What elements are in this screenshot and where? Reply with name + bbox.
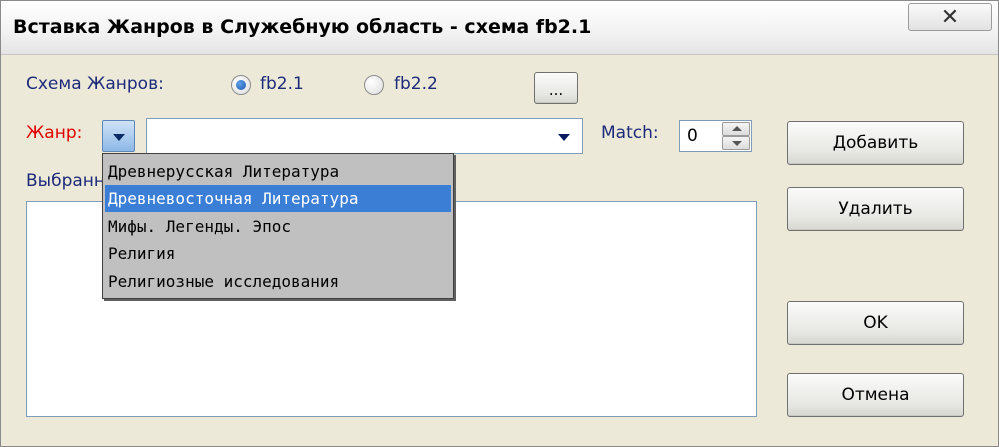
genre-dropdown-button[interactable] [102,120,135,152]
radio-fb22-label[interactable]: fb2.2 [394,74,438,94]
title-bar[interactable]: Вставка Жанров в Служебную область - схе… [1,1,998,55]
genre-combo[interactable] [146,118,583,154]
browse-button[interactable]: ... [534,72,578,104]
schema-label: Схема Жанров: [26,74,164,94]
genre-dropdown-list: Древнерусская Литература Древневосточная… [102,153,454,299]
arrow-down-icon [732,141,742,146]
arrow-up-icon [732,126,742,131]
dropdown-item[interactable]: Религия [105,240,451,267]
spin-down-button[interactable] [722,136,750,150]
add-button-label: Добавить [832,133,919,153]
radio-selected-dot [236,80,246,90]
genre-label: Жанр: [26,123,83,143]
selected-genres-label: Выбранн [26,171,106,191]
radio-fb22[interactable] [364,75,384,95]
dropdown-item[interactable]: Религиозные исследования [105,268,451,295]
spin-up-button[interactable] [722,122,750,136]
radio-fb21[interactable] [231,75,251,95]
cancel-button[interactable]: Отмена [787,373,964,417]
close-button[interactable]: ✕ [908,3,992,31]
cancel-button-label: Отмена [841,385,910,405]
close-icon: ✕ [940,4,960,30]
ok-button-label: OK [863,313,888,333]
chevron-down-icon [113,134,125,141]
dialog-window: Вставка Жанров в Служебную область - схе… [0,0,999,447]
match-value[interactable]: 0 [687,126,698,146]
match-label: Match: [601,123,659,143]
add-button[interactable]: Добавить [787,121,964,165]
dropdown-item-highlighted[interactable]: Древневосточная Литература [105,185,451,212]
ok-button[interactable]: OK [787,301,964,345]
radio-fb21-label[interactable]: fb2.1 [260,74,304,94]
remove-button[interactable]: Удалить [787,187,964,231]
dropdown-item[interactable]: Древнерусская Литература [105,158,451,185]
window-title: Вставка Жанров в Служебную область - схе… [13,16,592,38]
combo-arrow-icon[interactable] [558,134,570,141]
match-stepper[interactable]: 0 [679,120,752,152]
dropdown-item[interactable]: Мифы. Легенды. Эпос [105,213,451,240]
remove-button-label: Удалить [838,199,913,219]
